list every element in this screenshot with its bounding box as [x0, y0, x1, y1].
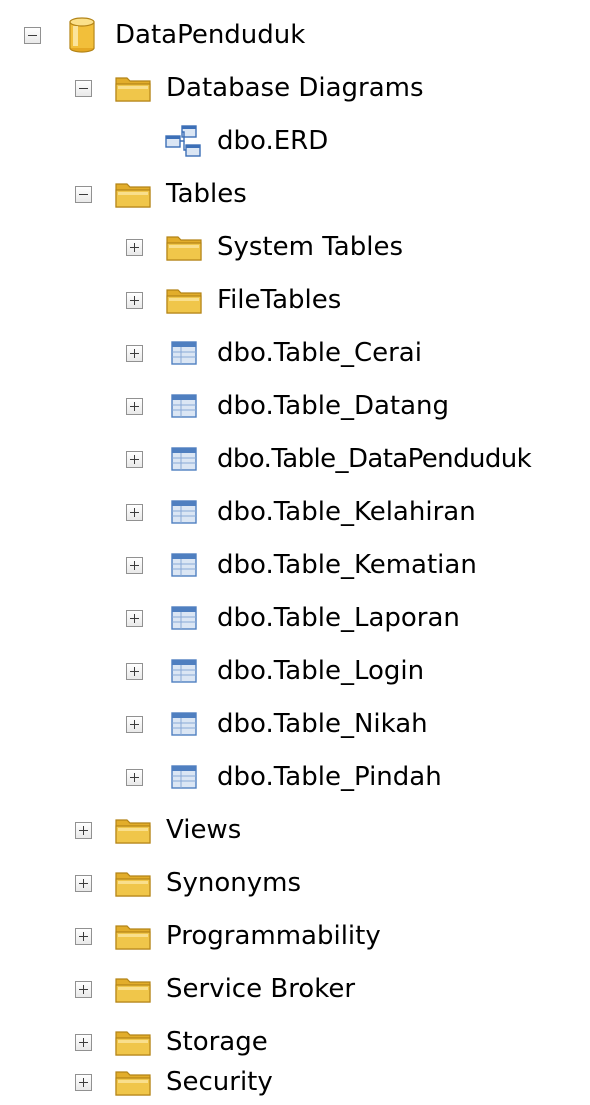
tree-node-table[interactable]: dbo.Table_Login	[126, 649, 424, 693]
tree-node-synonyms[interactable]: Synonyms	[75, 861, 301, 905]
tree-node-label: dbo.ERD	[217, 126, 329, 156]
tree-node-label: dbo.Table_Kematian	[217, 550, 477, 580]
expand-toggle-icon[interactable]	[126, 397, 143, 415]
tree-node-label: dbo.Table_Datang	[217, 391, 450, 421]
expand-toggle-icon[interactable]	[126, 450, 143, 468]
tree-node-label: Storage	[166, 1027, 268, 1057]
folder-icon	[113, 813, 153, 847]
tree-node-label: DataPenduduk	[115, 20, 306, 50]
expand-toggle-icon[interactable]	[75, 927, 92, 945]
table-icon	[164, 548, 204, 582]
tree-node-filetables[interactable]: FileTables	[126, 278, 341, 322]
object-explorer-tree: DataPenduduk Database Diagrams dbo.ERD T…	[0, 0, 590, 1105]
diagram-icon	[164, 124, 204, 158]
expand-toggle-icon[interactable]	[126, 768, 143, 786]
expand-toggle-icon[interactable]	[126, 609, 143, 627]
table-icon	[164, 760, 204, 794]
tree-node-security[interactable]: Security	[75, 1060, 273, 1104]
tree-node-label: dbo.Table_Kelahiran	[217, 497, 476, 527]
expand-toggle-icon[interactable]	[126, 715, 143, 733]
expand-toggle-icon[interactable]	[126, 503, 143, 521]
folder-icon	[113, 1025, 153, 1059]
tree-node-storage[interactable]: Storage	[75, 1020, 268, 1064]
expand-toggle-icon[interactable]	[75, 874, 92, 892]
tree-node-label: dbo.Table_Pindah	[217, 762, 442, 792]
tree-node-table[interactable]: dbo.Table_Cerai	[126, 331, 422, 375]
table-icon	[164, 707, 204, 741]
folder-icon	[113, 866, 153, 900]
table-icon	[164, 654, 204, 688]
tree-node-label: dbo.Table_Cerai	[217, 338, 422, 368]
table-icon	[164, 495, 204, 529]
tree-node-table[interactable]: dbo.Table_Datang	[126, 384, 449, 428]
tree-node-label: dbo.Table_Laporan	[217, 603, 460, 633]
tree-node-label: dbo.Table_Nikah	[217, 709, 428, 739]
tree-node-views[interactable]: Views	[75, 808, 241, 852]
expand-toggle-icon[interactable]	[126, 556, 143, 574]
folder-icon	[164, 283, 204, 317]
tree-node-database[interactable]: DataPenduduk	[24, 13, 305, 57]
tree-node-table[interactable]: dbo.Table_Kematian	[126, 543, 477, 587]
folder-icon	[113, 177, 153, 211]
tree-node-table[interactable]: dbo.Table_DataPenduduk	[126, 437, 532, 481]
tree-node-label: Programmability	[166, 921, 381, 951]
folder-icon	[164, 230, 204, 264]
table-icon	[164, 442, 204, 476]
tree-node-table[interactable]: dbo.Table_Nikah	[126, 702, 428, 746]
folder-icon	[113, 1065, 153, 1099]
collapse-toggle-icon[interactable]	[75, 79, 92, 97]
tree-node-label: Synonyms	[166, 868, 302, 898]
tree-node-database-diagrams[interactable]: Database Diagrams	[75, 66, 424, 110]
tree-node-label: dbo.Table_Login	[217, 656, 425, 686]
tree-node-service-broker[interactable]: Service Broker	[75, 967, 355, 1011]
collapse-toggle-icon[interactable]	[24, 26, 41, 44]
tree-node-table[interactable]: dbo.Table_Pindah	[126, 755, 442, 799]
tree-node-diagram-erd[interactable]: dbo.ERD	[126, 119, 328, 163]
tree-node-label: FileTables	[217, 285, 342, 315]
table-icon	[164, 389, 204, 423]
tree-node-label: Views	[166, 815, 242, 845]
tree-node-label: Service Broker	[166, 974, 356, 1004]
tree-node-label: Security	[166, 1067, 273, 1097]
tree-node-table[interactable]: dbo.Table_Laporan	[126, 596, 460, 640]
table-icon	[164, 336, 204, 370]
table-icon	[164, 601, 204, 635]
expand-toggle-icon[interactable]	[75, 980, 92, 998]
tree-node-label: dbo.Table_DataPenduduk	[217, 444, 532, 474]
tree-node-label: System Tables	[217, 232, 403, 262]
tree-node-label: Database Diagrams	[166, 73, 424, 103]
expand-toggle-icon[interactable]	[75, 1073, 92, 1091]
tree-node-tables[interactable]: Tables	[75, 172, 247, 216]
folder-icon	[113, 972, 153, 1006]
expand-toggle-icon[interactable]	[75, 1033, 92, 1051]
expand-toggle-icon[interactable]	[126, 344, 143, 362]
expand-toggle-icon[interactable]	[126, 662, 143, 680]
folder-icon	[113, 71, 153, 105]
database-icon	[62, 17, 102, 53]
expand-toggle-icon[interactable]	[126, 291, 143, 309]
folder-icon	[113, 919, 153, 953]
tree-node-label: Tables	[166, 179, 247, 209]
expand-toggle-icon[interactable]	[126, 238, 143, 256]
tree-node-programmability[interactable]: Programmability	[75, 914, 381, 958]
collapse-toggle-icon[interactable]	[75, 185, 92, 203]
tree-node-system-tables[interactable]: System Tables	[126, 225, 403, 269]
expand-toggle-icon[interactable]	[75, 821, 92, 839]
tree-node-table[interactable]: dbo.Table_Kelahiran	[126, 490, 476, 534]
